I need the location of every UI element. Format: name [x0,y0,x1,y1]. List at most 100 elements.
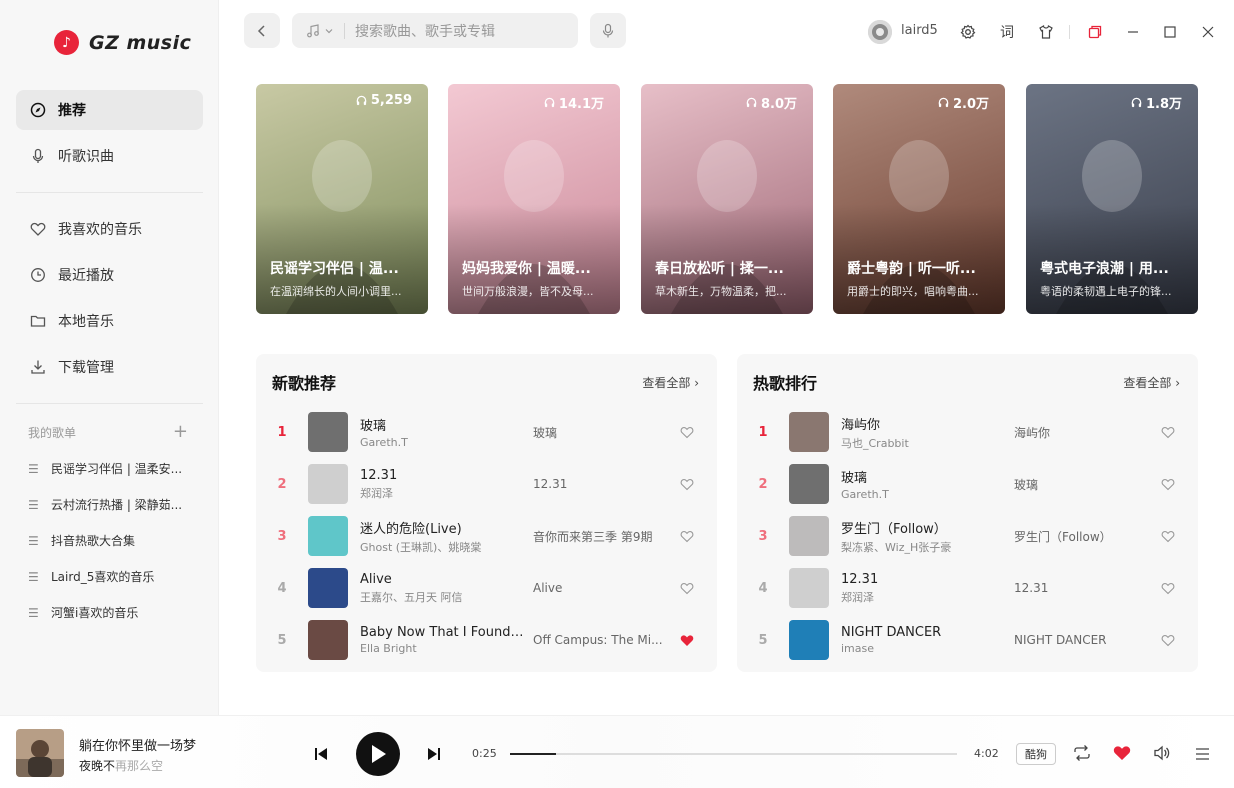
song-row[interactable]: 3 罗生门（Follow） 梨冻紧、Wiz_H张子豪 罗生门（Follow） [737,510,1198,562]
song-name[interactable]: Baby Now That I Found ... [360,625,525,640]
like-button[interactable] [1113,745,1131,765]
song-name[interactable]: 迷人的危险(Live) [360,518,525,537]
close-button[interactable] [1199,23,1217,41]
song-album[interactable]: 12.31 [533,477,665,491]
playlist-item[interactable]: ☰ Laird_5喜欢的音乐 [28,568,193,585]
maximize-button[interactable] [1161,23,1179,41]
song-artist[interactable]: imase [841,642,1006,655]
song-thumbnail[interactable] [308,464,348,504]
playlist-item[interactable]: ☰ 抖音热歌大合集 [28,532,193,549]
heart-icon[interactable] [1161,581,1175,595]
playlist-card[interactable]: 8.0万 春日放松听 | 揉一... 草木新生，万物温柔，把... [641,84,813,314]
song-album[interactable]: 罗生门（Follow） [1014,528,1146,545]
song-thumbnail[interactable] [308,620,348,660]
sidebar-item-downloads[interactable]: 下载管理 [16,347,203,387]
song-thumbnail[interactable] [789,620,829,660]
mini-mode-button[interactable] [1086,23,1104,41]
song-album[interactable]: 玻璃 [533,424,665,441]
heart-icon[interactable] [1161,477,1175,491]
view-all-link[interactable]: 查看全部 › [1123,374,1180,391]
song-album[interactable]: Alive [533,581,665,595]
song-row[interactable]: 2 12.31 郑润泽 12.31 [256,458,717,510]
song-thumbnail[interactable] [308,568,348,608]
heart-filled-icon[interactable] [680,633,694,647]
previous-button[interactable] [314,746,328,765]
username[interactable]: laird5 [901,23,938,38]
search-input[interactable]: 搜索歌曲、歌手或专辑 [355,21,495,41]
song-thumbnail[interactable] [308,412,348,452]
playlist-item[interactable]: ☰ 民谣学习伴侣 | 温柔安... [28,460,193,477]
song-name[interactable]: 玻璃 [360,415,525,434]
song-row[interactable]: 4 Alive 王嘉尔、五月天 阿信 Alive [256,562,717,614]
heart-icon[interactable] [1161,425,1175,439]
playlist-card[interactable]: 5,259 民谣学习伴侣 | 温... 在温润绵长的人间小调里... [256,84,428,314]
next-button[interactable] [427,746,441,765]
chevron-down-icon[interactable] [324,26,334,36]
song-name[interactable]: 12.31 [841,572,1006,587]
music-note-icon[interactable] [306,23,320,38]
sidebar-item-recent[interactable]: 最近播放 [16,255,203,295]
song-row[interactable]: 3 迷人的危险(Live) Ghost (王琳凯)、姚晓棠 音你而来第三季 第9… [256,510,717,562]
song-artist[interactable]: Ella Bright [360,642,525,655]
heart-icon[interactable] [680,425,694,439]
song-row[interactable]: 4 12.31 郑润泽 12.31 [737,562,1198,614]
song-row[interactable]: 1 玻璃 Gareth.T 玻璃 [256,406,717,458]
playlist-card[interactable]: 1.8万 粤式电子浪潮 | 用... 粤语的柔韧遇上电子的锋... [1026,84,1198,314]
song-artist[interactable]: 马也_Crabbit [841,435,1006,451]
song-artist[interactable]: 梨冻紧、Wiz_H张子豪 [841,539,1006,555]
song-name[interactable]: 海屿你 [841,414,1006,433]
now-playing-cover[interactable] [16,729,64,777]
add-playlist-icon[interactable]: + [173,423,188,441]
song-artist[interactable]: 王嘉尔、五月天 阿信 [360,589,525,605]
song-thumbnail[interactable] [789,516,829,556]
settings-button[interactable] [959,23,977,41]
song-thumbnail[interactable] [789,568,829,608]
source-tag[interactable]: 酷狗 [1016,743,1056,765]
playlist-item[interactable]: ☰ 云村流行热播 | 梁静茹... [28,496,193,513]
song-album[interactable]: 音你而来第三季 第9期 [533,528,665,545]
song-album[interactable]: NIGHT DANCER [1014,633,1146,647]
playlist-card[interactable]: 2.0万 爵士粤韵 | 听一听... 用爵士的即兴，唱响粤曲... [833,84,1005,314]
lyrics-button[interactable]: 词 [998,23,1016,41]
heart-icon[interactable] [680,477,694,491]
search-box[interactable]: 搜索歌曲、歌手或专辑 [292,13,578,48]
song-name[interactable]: NIGHT DANCER [841,625,1006,640]
heart-icon[interactable] [680,581,694,595]
song-row[interactable]: 2 玻璃 Gareth.T 玻璃 [737,458,1198,510]
song-row[interactable]: 1 海屿你 马也_Crabbit 海屿你 [737,406,1198,458]
song-name[interactable]: 罗生门（Follow） [841,518,1006,537]
song-name[interactable]: 12.31 [360,468,525,483]
song-album[interactable]: 海屿你 [1014,424,1146,441]
repeat-button[interactable] [1073,745,1091,765]
minimize-button[interactable] [1124,23,1142,41]
playlist-queue-button[interactable] [1195,746,1210,765]
sidebar-item-local-music[interactable]: 本地音乐 [16,301,203,341]
song-artist[interactable]: Ghost (王琳凯)、姚晓棠 [360,539,525,555]
heart-icon[interactable] [680,529,694,543]
playlist-item[interactable]: ☰ 河蟹i喜欢的音乐 [28,604,193,621]
sidebar-item-liked-music[interactable]: 我喜欢的音乐 [16,209,203,249]
heart-icon[interactable] [1161,633,1175,647]
skin-button[interactable] [1037,23,1055,41]
voice-search-button[interactable] [590,13,626,48]
heart-icon[interactable] [1161,529,1175,543]
app-logo[interactable]: ♪ GZ music [54,30,191,55]
now-playing-title[interactable]: 躺在你怀里做一场梦 [79,735,196,754]
song-thumbnail[interactable] [789,464,829,504]
song-artist[interactable]: Gareth.T [841,488,1006,501]
song-artist[interactable]: 郑润泽 [360,485,525,501]
song-album[interactable]: 玻璃 [1014,476,1146,493]
song-name[interactable]: 玻璃 [841,467,1006,486]
song-album[interactable]: 12.31 [1014,581,1146,595]
song-row[interactable]: 5 NIGHT DANCER imase NIGHT DANCER [737,614,1198,666]
view-all-link[interactable]: 查看全部 › [642,374,699,391]
sidebar-item-song-recognition[interactable]: 听歌识曲 [16,136,203,176]
playlist-card[interactable]: 14.1万 妈妈我爱你 | 温暖... 世间万般浪漫，皆不及母... [448,84,620,314]
progress-bar[interactable] [510,753,957,755]
song-artist[interactable]: 郑润泽 [841,589,1006,605]
play-button[interactable] [356,732,400,776]
song-name[interactable]: Alive [360,572,525,587]
volume-button[interactable] [1153,745,1171,765]
song-row[interactable]: 5 Baby Now That I Found ... Ella Bright … [256,614,717,666]
song-artist[interactable]: Gareth.T [360,436,525,449]
